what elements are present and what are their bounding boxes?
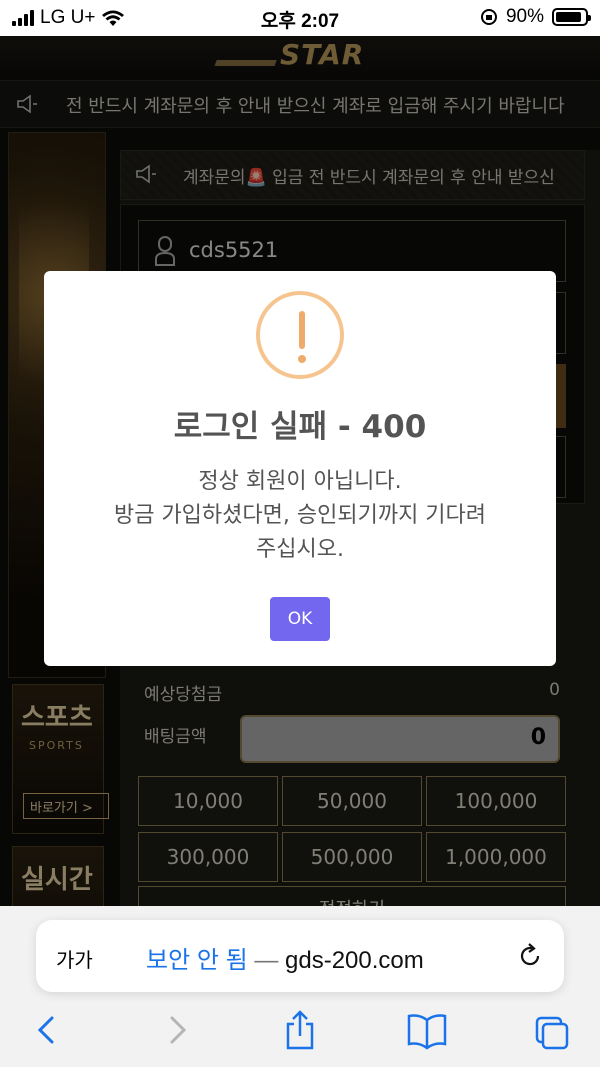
- battery-percent: 90%: [505, 6, 544, 27]
- url-display[interactable]: 보안 안 됨 — gds-200.com: [146, 940, 424, 975]
- battery-icon: [552, 8, 591, 26]
- share-icon[interactable]: [282, 1010, 318, 1050]
- alert-dialog: 로그인 실패 - 400 정상 회원이 아닙니다. 방금 가입하셨다면, 승인되…: [44, 271, 556, 666]
- address-bar[interactable]: 가가 보안 안 됨 — gds-200.com: [36, 920, 564, 992]
- browser-toolbar: [0, 1002, 600, 1062]
- warning-icon: [256, 291, 344, 379]
- status-bar: LG U+ 오후 2:07 90%: [0, 0, 600, 36]
- orientation-lock-icon: [480, 9, 497, 25]
- ok-button[interactable]: OK: [270, 597, 330, 641]
- url-separator: —: [247, 947, 285, 974]
- domain-label: gds-200.com: [285, 947, 424, 974]
- page-settings-button[interactable]: 가가: [56, 944, 93, 973]
- insecure-label: 보안 안 됨: [146, 947, 248, 974]
- back-icon[interactable]: [30, 1010, 66, 1050]
- dialog-message: 정상 회원이 아닙니다. 방금 가입하셨다면, 승인되기까지 기다려 주십시오.: [113, 469, 487, 562]
- browser-chrome: 가가 보안 안 됨 — gds-200.com: [0, 906, 600, 1067]
- tabs-icon[interactable]: [534, 1010, 570, 1050]
- bookmarks-icon[interactable]: [406, 1010, 448, 1050]
- dialog-title: 로그인 실패 - 400: [173, 409, 427, 445]
- forward-icon[interactable]: [158, 1010, 194, 1050]
- reload-icon[interactable]: [516, 942, 544, 970]
